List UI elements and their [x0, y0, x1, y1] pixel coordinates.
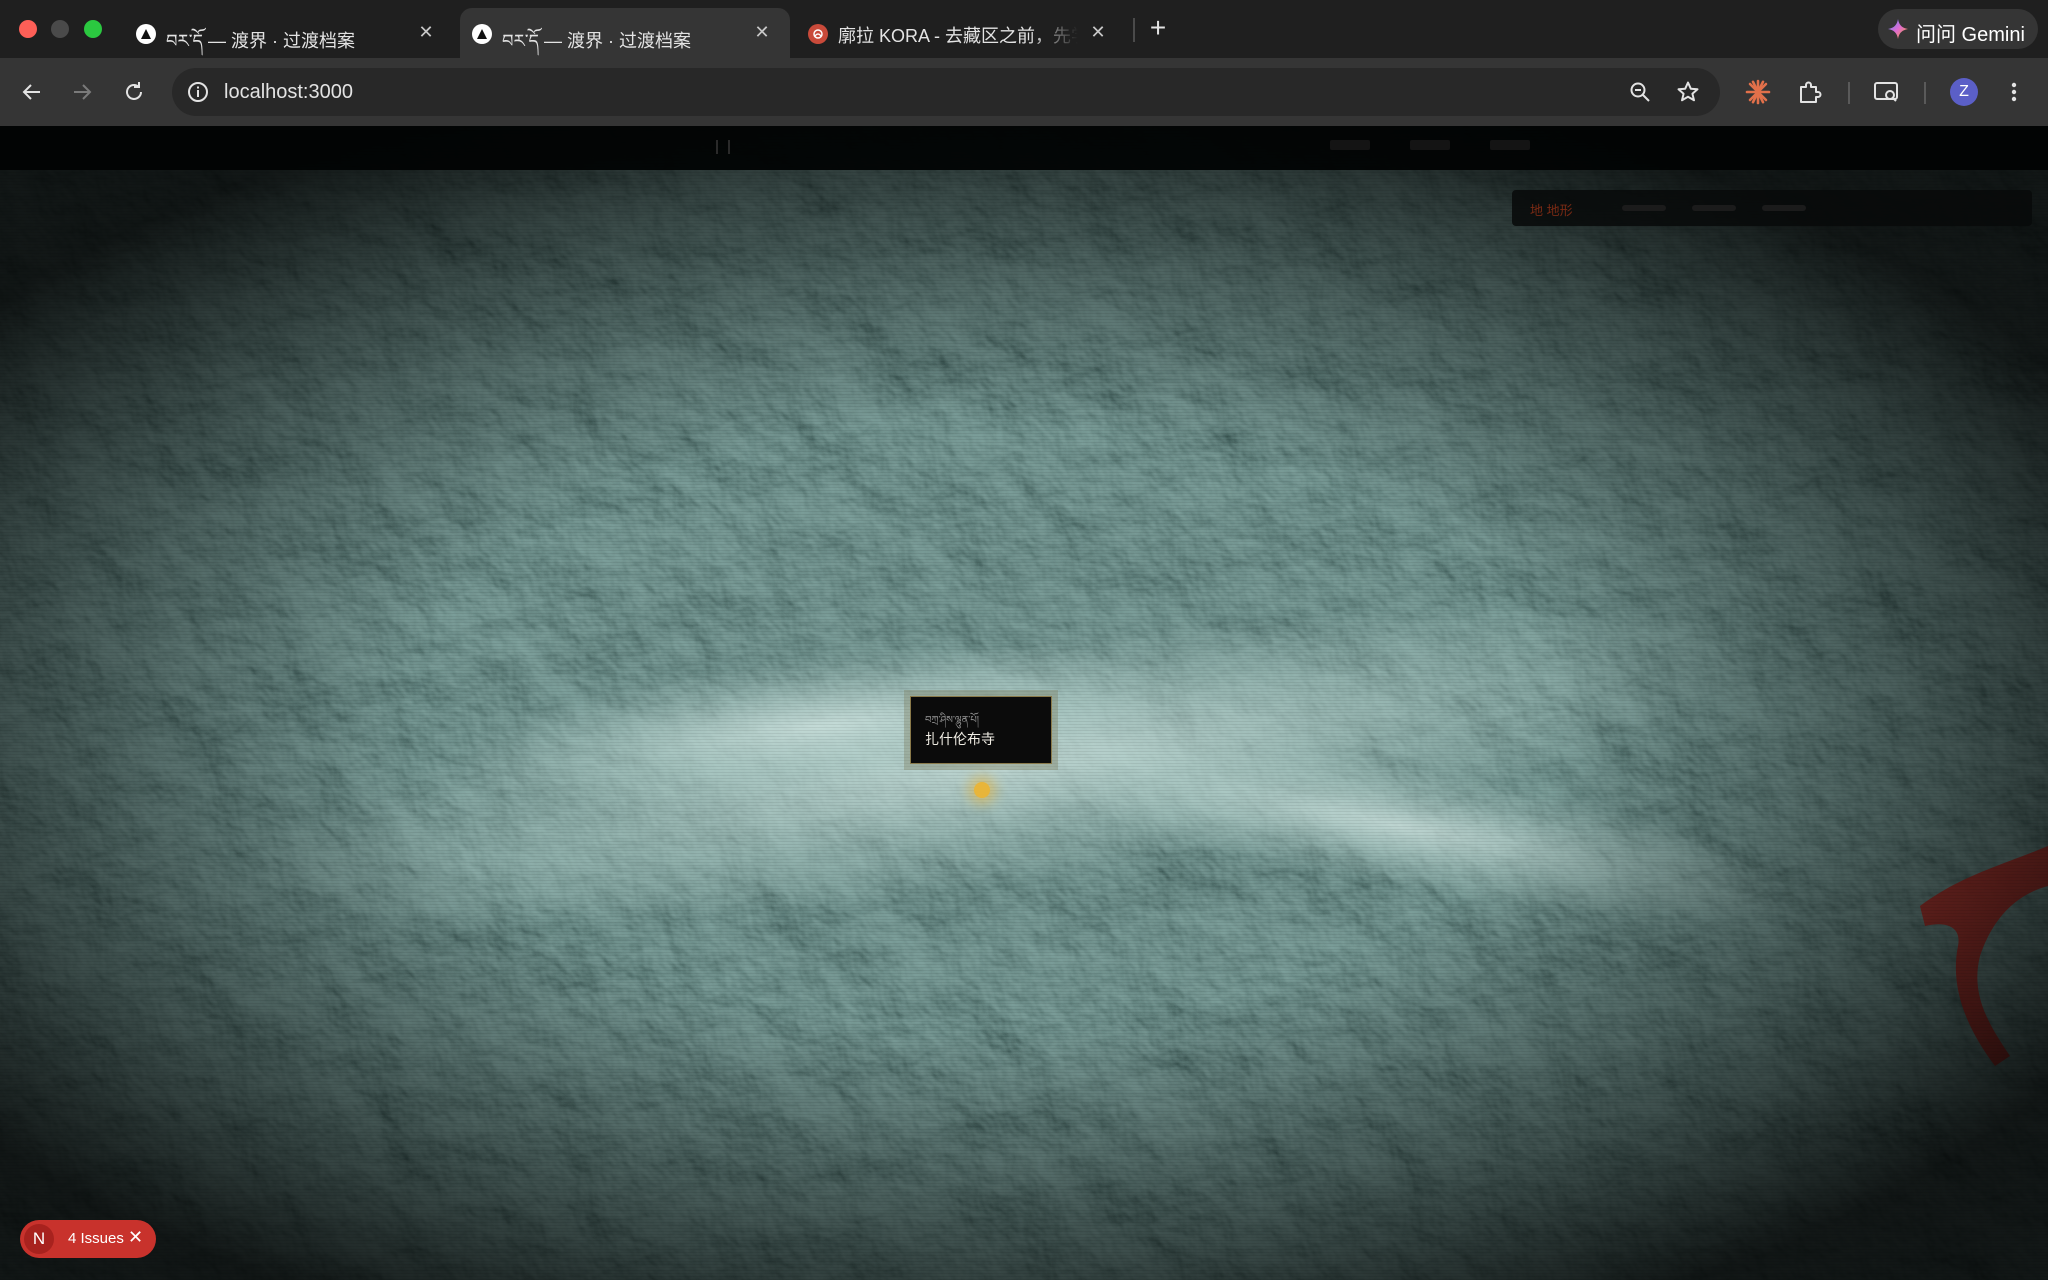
- close-icon[interactable]: ✕: [128, 1227, 143, 1248]
- issues-count-label[interactable]: 4 Issues: [68, 1230, 124, 1247]
- tab-bardo-2[interactable]: བར་དོ — 渡界 · 过渡档案 ✕: [460, 8, 790, 58]
- bookmark-star-icon[interactable]: [1676, 80, 1700, 104]
- tab-title: 廓拉 KORA - 去藏区之前，先学: [838, 26, 1078, 46]
- layer-option[interactable]: [1622, 205, 1666, 211]
- tab-close-icon[interactable]: ✕: [750, 20, 774, 44]
- tab-kora[interactable]: 廓拉 KORA - 去藏区之前，先学 ✕: [796, 8, 1126, 58]
- nextjs-logo-icon[interactable]: N: [24, 1224, 54, 1254]
- map-viewport[interactable]: 地 地形 བཀྲ་ཤིས་ལྷུན་པོ། 扎什伦布寺: [0, 126, 2048, 1280]
- app-top-bar: [0, 126, 2048, 170]
- profile-avatar[interactable]: Z: [1950, 78, 1978, 106]
- nav-link-placeholder[interactable]: [1330, 140, 1370, 150]
- gemini-spark-icon: [1888, 19, 1908, 45]
- extensions-puzzle-icon[interactable]: [1796, 78, 1824, 106]
- zoom-icon[interactable]: [1628, 80, 1652, 104]
- layer-panel[interactable]: 地 地形: [1512, 190, 2032, 226]
- tab-strip: བར་དོ — 渡界 · 过渡档案 ✕ བར་དོ — 渡界 · 过渡档案 ✕ …: [0, 0, 2048, 58]
- kebab-menu-icon[interactable]: [2000, 78, 2028, 106]
- tab-close-icon[interactable]: ✕: [414, 20, 438, 44]
- reload-icon: [126, 82, 142, 100]
- reload-button[interactable]: [116, 74, 152, 110]
- site-info-icon[interactable]: [186, 80, 210, 104]
- new-tab-button[interactable]: +: [1142, 13, 1174, 45]
- brand-mark-icon: [716, 140, 730, 154]
- tooltip-chinese-name: 扎什伦布寺: [925, 732, 995, 748]
- minimize-window-button[interactable]: [51, 20, 69, 38]
- nav-link-placeholder[interactable]: [1410, 140, 1450, 150]
- location-marker[interactable]: [974, 782, 990, 798]
- nextjs-issues-badge[interactable]: N 4 Issues ✕: [20, 1220, 156, 1258]
- tab-bardo-1[interactable]: བར་དོ — 渡界 · 过渡档案 ✕: [124, 8, 452, 58]
- kora-favicon-icon: [808, 24, 828, 44]
- tab-search-icon[interactable]: [1872, 78, 1900, 106]
- gemini-label: 问问 Gemini: [1916, 24, 2025, 46]
- close-window-button[interactable]: [19, 20, 37, 38]
- forward-button[interactable]: [64, 74, 100, 110]
- location-tooltip: བཀྲ་ཤིས་ལྷུན་པོ། 扎什伦布寺: [910, 696, 1052, 764]
- tab-separator: [1133, 18, 1135, 42]
- url-text[interactable]: localhost:3000: [224, 81, 353, 104]
- nav-link-placeholder[interactable]: [1490, 140, 1530, 150]
- layer-label[interactable]: 地 地形: [1530, 200, 1573, 219]
- arrow-left-icon: [22, 84, 40, 100]
- tab-close-icon[interactable]: ✕: [1086, 20, 1110, 44]
- layer-option[interactable]: [1692, 205, 1736, 211]
- toolbar-separator: [1848, 82, 1850, 104]
- ask-gemini-button[interactable]: 问问 Gemini: [1878, 9, 2038, 49]
- layer-option[interactable]: [1762, 205, 1806, 211]
- browser-toolbar: localhost:3000 Z: [0, 58, 2048, 126]
- maximize-window-button[interactable]: [84, 20, 102, 38]
- triangle-favicon-icon: [136, 24, 156, 44]
- toolbar-separator: [1924, 82, 1926, 104]
- address-bar[interactable]: localhost:3000: [172, 68, 1720, 116]
- triangle-favicon-icon: [472, 24, 492, 44]
- claude-extension-icon[interactable]: [1744, 78, 1772, 106]
- back-button[interactable]: [14, 74, 50, 110]
- arrow-right-icon: [74, 84, 92, 100]
